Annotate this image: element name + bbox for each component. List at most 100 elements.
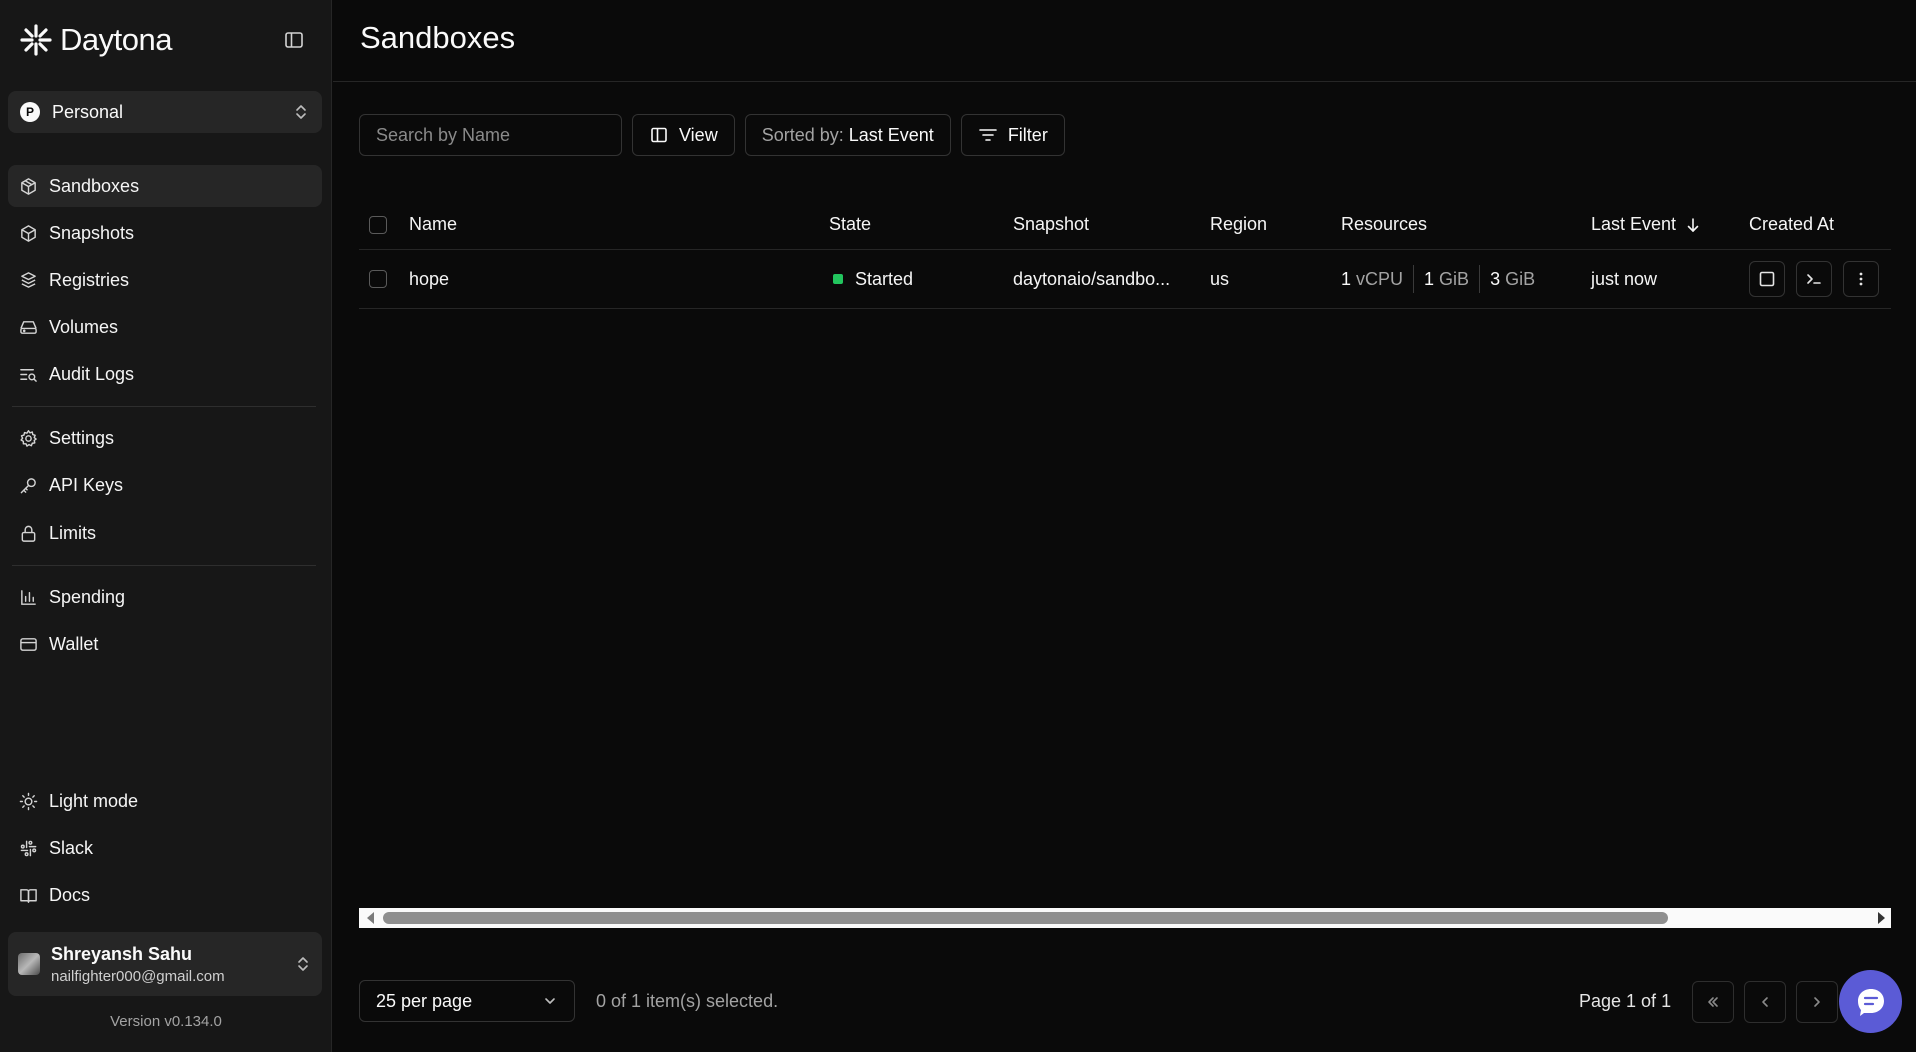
column-header-last-event[interactable]: Last Event: [1591, 200, 1700, 249]
column-header-created-at[interactable]: Created At: [1749, 200, 1834, 249]
column-header-region[interactable]: Region: [1210, 200, 1267, 249]
sidebar-item-spending[interactable]: Spending: [8, 576, 322, 618]
sidebar-item-label: Wallet: [49, 633, 99, 654]
sidebar-item-snapshots[interactable]: Snapshots: [8, 212, 322, 254]
more-actions-button[interactable]: [1843, 261, 1879, 297]
sun-icon: [18, 791, 38, 811]
lock-icon: [18, 523, 38, 543]
sidebar-item-volumes[interactable]: Volumes: [8, 306, 322, 348]
row-select-cell: [369, 250, 387, 308]
view-button[interactable]: View: [632, 114, 735, 156]
stop-sandbox-button[interactable]: [1749, 261, 1785, 297]
arrow-down-icon: [1687, 217, 1699, 232]
main-content: Sandboxes View Sorted by: Last Event Fil…: [333, 0, 1916, 1052]
select-all-checkbox[interactable]: [369, 215, 387, 234]
select-all-cell: [369, 200, 387, 249]
sidebar-item-label: Sandboxes: [49, 175, 140, 196]
disk-value: 3: [1490, 268, 1501, 289]
book-icon: [18, 885, 38, 905]
docs-link[interactable]: Docs: [8, 874, 322, 916]
page-title: Sandboxes: [360, 20, 516, 55]
sidebar-item-api-keys[interactable]: API Keys: [8, 464, 322, 506]
column-header-resources[interactable]: Resources: [1341, 200, 1427, 249]
sidebar-item-sandboxes[interactable]: Sandboxes: [8, 165, 322, 207]
org-badge: P: [20, 102, 40, 122]
support-chat-button[interactable]: [1839, 970, 1902, 1033]
org-switcher[interactable]: P Personal: [8, 91, 322, 133]
sidebar-item-label: Slack: [49, 837, 94, 858]
theme-toggle-button[interactable]: Light mode: [8, 780, 322, 822]
cpu-value: 1: [1341, 268, 1352, 289]
org-name: Personal: [52, 101, 124, 122]
next-page-button[interactable]: [1796, 981, 1838, 1023]
sidebar-item-wallet[interactable]: Wallet: [8, 623, 322, 665]
sidebar-item-audit-logs[interactable]: Audit Logs: [8, 353, 322, 395]
column-header-name[interactable]: Name: [409, 200, 457, 249]
search-input[interactable]: [359, 114, 622, 156]
table-row[interactable]: hope Started daytonaio/sandbo... us 1 vC…: [359, 250, 1891, 309]
scroll-left-arrow[interactable]: [367, 912, 374, 924]
user-info: Shreyansh Sahu nailfighter000@gmail.com: [51, 944, 294, 985]
user-email: nailfighter000@gmail.com: [51, 967, 225, 985]
horizontal-scrollbar[interactable]: [359, 908, 1891, 928]
boxes-icon: [18, 270, 38, 290]
sandboxes-table: Name State Snapshot Region Resources Las…: [359, 200, 1891, 309]
cube-icon: [18, 223, 38, 243]
chevrons-up-down-icon: [298, 957, 308, 971]
terminal-icon: [1807, 274, 1821, 284]
chevron-left-icon: [1762, 997, 1768, 1007]
sort-prefix: Sorted by:: [761, 124, 844, 145]
sidebar-divider: [12, 565, 316, 566]
previous-page-button[interactable]: [1744, 981, 1786, 1023]
resource-separator: [1479, 265, 1481, 293]
sidebar-item-settings[interactable]: Settings: [8, 417, 322, 459]
user-name: Shreyansh Sahu: [51, 943, 193, 964]
sidebar-item-label: Docs: [49, 884, 91, 905]
sidebar-toggle-button[interactable]: [282, 28, 306, 52]
bar-chart-icon: [18, 587, 38, 607]
sidebar-item-label: API Keys: [49, 474, 124, 495]
column-header-snapshot[interactable]: Snapshot: [1013, 200, 1089, 249]
sidebar-item-label: Limits: [49, 522, 97, 543]
selection-count: 0 of 1 item(s) selected.: [596, 990, 779, 1011]
row-checkbox[interactable]: [369, 270, 387, 288]
sidebar-item-registries[interactable]: Registries: [8, 259, 322, 301]
sidebar-item-label: Spending: [49, 586, 126, 607]
scrollbar-thumb[interactable]: [383, 912, 1668, 924]
terminal-button[interactable]: [1796, 261, 1832, 297]
sort-value: Last Event: [848, 124, 934, 145]
memory-unit: GiB: [1439, 268, 1470, 289]
status-indicator: [833, 274, 843, 284]
sidebar-item-label: Light mode: [49, 790, 139, 811]
square-icon: [1759, 271, 1775, 287]
first-page-button[interactable]: [1692, 981, 1734, 1023]
app-name: Daytona: [60, 22, 172, 57]
filter-lines-icon: [978, 125, 998, 145]
sidebar-item-label: Snapshots: [49, 222, 135, 243]
filter-button[interactable]: Filter: [960, 114, 1065, 156]
per-page-select[interactable]: 25 per page: [359, 980, 575, 1022]
state-label: Started: [855, 268, 914, 289]
text-search-icon: [18, 364, 38, 384]
column-header-state[interactable]: State: [829, 200, 871, 249]
sidebar-item-label: Settings: [49, 427, 115, 448]
slack-link[interactable]: Slack: [8, 827, 322, 869]
logo[interactable]: Daytona: [18, 20, 318, 60]
box-icon: [18, 176, 38, 196]
user-menu[interactable]: Shreyansh Sahu nailfighter000@gmail.com: [8, 932, 322, 996]
view-button-label: View: [679, 124, 718, 145]
sort-button[interactable]: Sorted by: Last Event: [744, 114, 951, 156]
credit-card-icon: [18, 634, 38, 654]
resource-separator: [1413, 265, 1415, 293]
chat-icon: [1857, 988, 1884, 1016]
columns-icon: [649, 125, 669, 145]
sandbox-state: Started: [833, 250, 913, 308]
app-version: Version v0.134.0: [110, 1013, 222, 1030]
sandbox-resources: 1 vCPU 1 GiB 3 GiB: [1341, 250, 1535, 308]
sandbox-last-event: just now: [1591, 268, 1658, 289]
sidebar-item-label: Registries: [49, 269, 130, 290]
scroll-right-arrow[interactable]: [1878, 912, 1885, 924]
memory-value: 1: [1424, 268, 1435, 289]
sidebar-item-limits[interactable]: Limits: [8, 512, 322, 554]
avatar: [18, 953, 40, 975]
